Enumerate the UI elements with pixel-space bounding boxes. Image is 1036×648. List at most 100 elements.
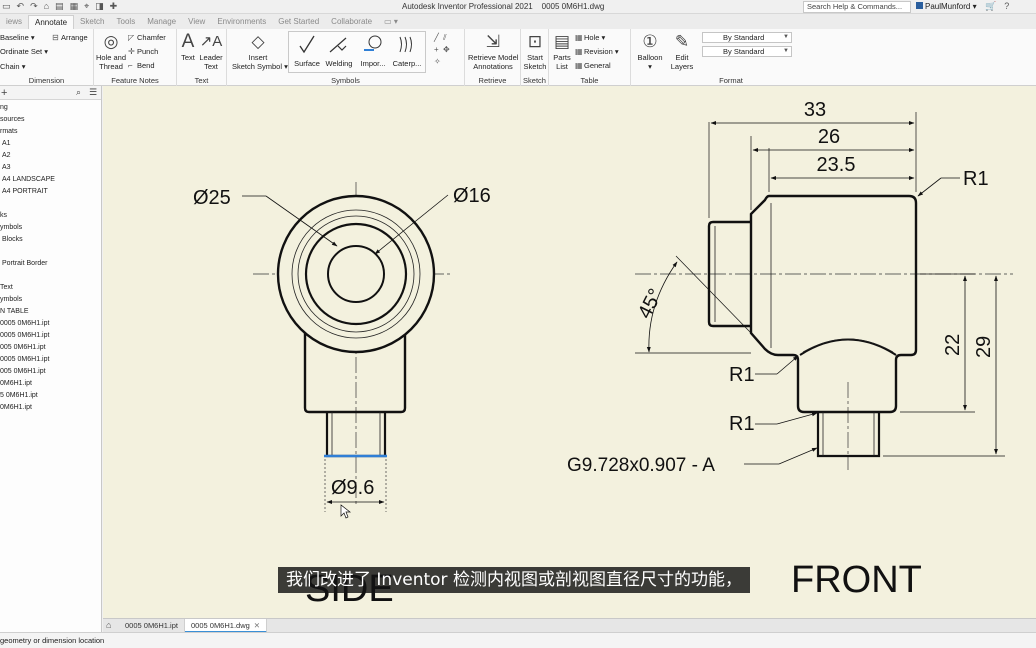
menu-icon[interactable]: ☰: [89, 87, 97, 98]
revision-table-button[interactable]: ▦Revision ▾: [575, 47, 619, 56]
caterpillar-button[interactable]: Caterp...: [390, 34, 424, 68]
browser-item[interactable]: N TABLE: [0, 307, 29, 316]
ribbon-options-icon[interactable]: ▭ ▾: [378, 15, 404, 29]
retrieve-model-annotations-button[interactable]: ⇲ Retrieve Model Annotations: [468, 32, 518, 71]
dim-25-label[interactable]: Ø25: [193, 187, 231, 209]
user-account[interactable]: PaulMunford ▾: [916, 2, 977, 11]
dim-23-5-label[interactable]: 23.5: [817, 154, 856, 176]
cart-icon[interactable]: 🛒: [985, 1, 996, 12]
browser-item[interactable]: 0M6H1.ipt: [0, 379, 32, 388]
browser-item[interactable]: A1: [2, 139, 11, 148]
redo-icon[interactable]: ↷: [30, 1, 38, 12]
browser-item[interactable]: 005 0M6H1.ipt: [0, 343, 46, 352]
browser-item[interactable]: A4 LANDSCAPE: [2, 175, 55, 184]
add-icon[interactable]: +: [1, 86, 7, 100]
doc-tab-dwg[interactable]: 0005 0M6H1.dwg ✕: [185, 619, 268, 633]
browser-item[interactable]: 0005 0M6H1.ipt: [0, 331, 49, 340]
hole-and-thread-button[interactable]: ◎ Hole and Thread: [96, 32, 126, 71]
side-view[interactable]: Ø9.6 Ø25 Ø16 SIDE: [193, 182, 491, 610]
dim-29-label[interactable]: 29: [973, 336, 995, 358]
ordinate-set-button[interactable]: Ordinate Set ▾: [0, 47, 48, 56]
browser-item[interactable]: ymbols: [0, 295, 22, 304]
punch-button[interactable]: ✛ Punch: [128, 47, 158, 56]
chamfer-button[interactable]: ◸ Chamfer: [128, 33, 166, 42]
save-icon[interactable]: ▭: [2, 1, 11, 12]
tab-annotate[interactable]: Annotate: [28, 15, 75, 29]
leader-text-button[interactable]: ↗A Leader Text: [199, 32, 223, 71]
browser-item[interactable]: rmats: [0, 127, 18, 136]
radius-mid-label[interactable]: R1: [729, 364, 755, 386]
tab-views[interactable]: iews: [0, 15, 28, 29]
line-tool-icon[interactable]: ╱: [434, 32, 443, 44]
print-icon[interactable]: ▦: [70, 1, 79, 12]
dim-33-label[interactable]: 33: [804, 99, 826, 121]
browser-item[interactable]: 005 0M6H1.ipt: [0, 367, 46, 376]
browser-item[interactable]: 0M6H1.ipt: [0, 403, 32, 412]
crosshair-tool-icon[interactable]: +: [434, 44, 443, 56]
radius-low-label[interactable]: R1: [729, 413, 755, 435]
style-dropdown[interactable]: By Standard ▼: [702, 32, 792, 43]
dim-26-label[interactable]: 26: [818, 126, 840, 148]
parts-list-button[interactable]: ▤ Parts List: [551, 32, 573, 71]
start-sketch-button[interactable]: ⊡ Start Sketch: [522, 32, 548, 71]
side-outer-circle: [276, 194, 436, 354]
welding-symbol-button[interactable]: Welding: [322, 34, 356, 68]
general-table-button[interactable]: ▦General: [575, 61, 611, 70]
radius-top-label[interactable]: R1: [963, 168, 989, 190]
browser-item[interactable]: Blocks: [2, 235, 23, 244]
thread-note-label[interactable]: G9.728x0.907 - A: [567, 455, 715, 476]
insert-sketch-symbol-button[interactable]: ◇ Insert Sketch Symbol ▾: [232, 32, 288, 71]
tab-tools[interactable]: Tools: [111, 15, 142, 29]
tab-manage[interactable]: Manage: [141, 15, 182, 29]
move-tool-icon[interactable]: ✥: [443, 44, 452, 56]
browser-item[interactable]: 0005 0M6H1.ipt: [0, 319, 49, 328]
chain-button[interactable]: Chain ▾: [0, 62, 25, 71]
browser-item[interactable]: sources: [0, 115, 25, 124]
browser-item[interactable]: 0005 0M6H1.ipt: [0, 355, 49, 364]
tab-environments[interactable]: Environments: [211, 15, 272, 29]
tab-view[interactable]: View: [182, 15, 211, 29]
dim-16-label[interactable]: Ø16: [453, 185, 491, 207]
open-icon[interactable]: ▤: [55, 1, 64, 12]
edit-layers-button[interactable]: ✎ Edit Layers: [669, 32, 695, 71]
balloon-button[interactable]: ① Balloon ▾: [635, 32, 665, 71]
import-symbol-button[interactable]: Impor...: [356, 34, 390, 68]
drawing-canvas[interactable]: Ø9.6 Ø25 Ø16 SIDE: [103, 86, 1036, 618]
search-icon[interactable]: ⌕: [76, 87, 81, 98]
dim-22-label[interactable]: 22: [942, 334, 964, 356]
browser-item[interactable]: ymbols: [0, 223, 22, 232]
hole-table-button[interactable]: ▦Hole ▾: [575, 33, 605, 42]
dim-9-6-label[interactable]: Ø9.6: [331, 477, 374, 499]
angle-label[interactable]: 45°: [634, 285, 667, 322]
search-input[interactable]: Search Help & Commands...: [803, 1, 911, 13]
browser-item[interactable]: ks: [0, 211, 7, 220]
front-view[interactable]: 33 26 23.5 R1 45° R1 R1 22 29 G9.728x0.9…: [567, 99, 1013, 601]
text-button[interactable]: A Text: [179, 32, 197, 63]
add-icon[interactable]: ✚: [110, 1, 118, 12]
surface-symbol-button[interactable]: Surface: [292, 34, 322, 68]
close-icon[interactable]: ✕: [254, 621, 260, 630]
tab-collaborate[interactable]: Collaborate: [325, 15, 378, 29]
undo-icon[interactable]: ↶: [17, 1, 25, 12]
browser-item[interactable]: A3: [2, 163, 11, 172]
browser-item[interactable]: A4 PORTRAIT: [2, 187, 48, 196]
bend-button[interactable]: ⌐ Bend: [128, 61, 155, 70]
browser-item[interactable]: 5 0M6H1.ipt: [0, 391, 38, 400]
home-icon[interactable]: ⌂: [106, 620, 111, 630]
magic-wand-icon[interactable]: ✧: [434, 56, 443, 68]
help-icon[interactable]: ?: [1004, 1, 1009, 12]
baseline-button[interactable]: Baseline ▾: [0, 33, 35, 42]
browser-item[interactable]: ng: [0, 103, 8, 112]
hatch-tool-icon[interactable]: ⫽: [443, 32, 452, 44]
tab-sketch[interactable]: Sketch: [74, 15, 110, 29]
appearance-icon[interactable]: ◨: [95, 1, 104, 12]
browser-item[interactable]: Portrait Border: [2, 259, 48, 268]
browser-item[interactable]: A2: [2, 151, 11, 160]
home-icon[interactable]: ⌂: [44, 1, 49, 12]
tab-get-started[interactable]: Get Started: [272, 15, 325, 29]
layer-dropdown[interactable]: By Standard ▼: [702, 46, 792, 57]
measure-icon[interactable]: ⌖: [84, 1, 89, 12]
arrange-button[interactable]: ⊟ Arrange: [52, 33, 88, 42]
browser-item[interactable]: Text: [0, 283, 13, 292]
doc-tab-ipt[interactable]: 0005 0M6H1.ipt: [119, 619, 185, 633]
